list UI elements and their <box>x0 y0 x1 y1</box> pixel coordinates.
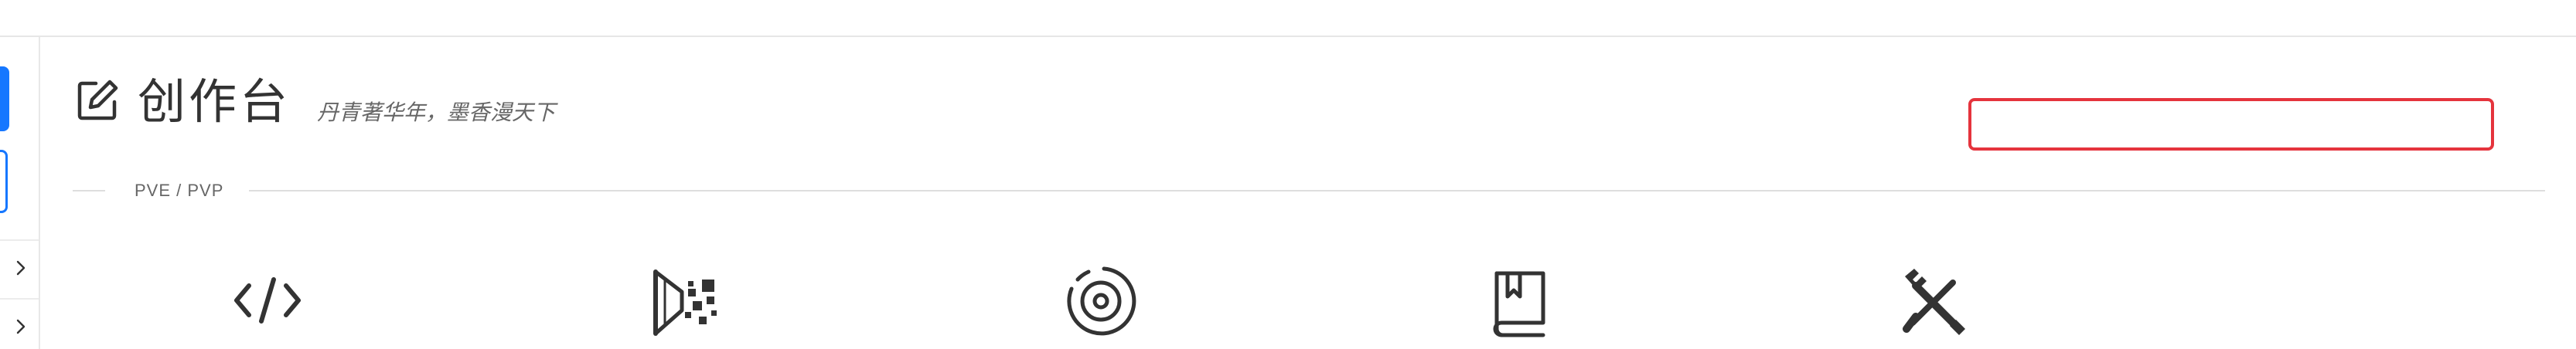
stage-effects-icon <box>653 269 717 336</box>
tool-settings[interactable] <box>1893 263 1978 347</box>
page-subtitle: 丹青著华年，墨香漫天下 <box>317 100 556 125</box>
section-label: PVE / PVP <box>135 181 224 200</box>
rail-active-tab[interactable] <box>0 66 9 131</box>
tool-disc[interactable] <box>1058 263 1143 347</box>
search-input[interactable] <box>1968 98 2494 151</box>
chevron-right-icon <box>16 260 26 276</box>
chevron-right-icon <box>16 319 26 334</box>
page: 创作台 丹青著华年，墨香漫天下 PVE / PVP <box>0 0 2576 349</box>
rail-expand-row-1[interactable] <box>0 239 39 300</box>
rail-outline-tab[interactable] <box>0 150 8 213</box>
page-title: 创作台 <box>138 73 291 130</box>
divider-line-left <box>73 190 105 191</box>
divider-line-right <box>249 190 2545 191</box>
tool-stage-effects[interactable] <box>645 263 730 347</box>
edit-square-icon <box>77 80 118 120</box>
left-rail <box>0 37 40 349</box>
tools-icon <box>1903 269 1965 335</box>
disc-icon <box>1067 266 1136 336</box>
code-icon <box>234 277 301 324</box>
top-bar <box>0 0 2576 37</box>
book-icon <box>1493 271 1545 337</box>
tool-book[interactable] <box>1478 263 1563 347</box>
rail-expand-row-2[interactable] <box>0 298 39 349</box>
tool-code[interactable] <box>226 263 311 347</box>
